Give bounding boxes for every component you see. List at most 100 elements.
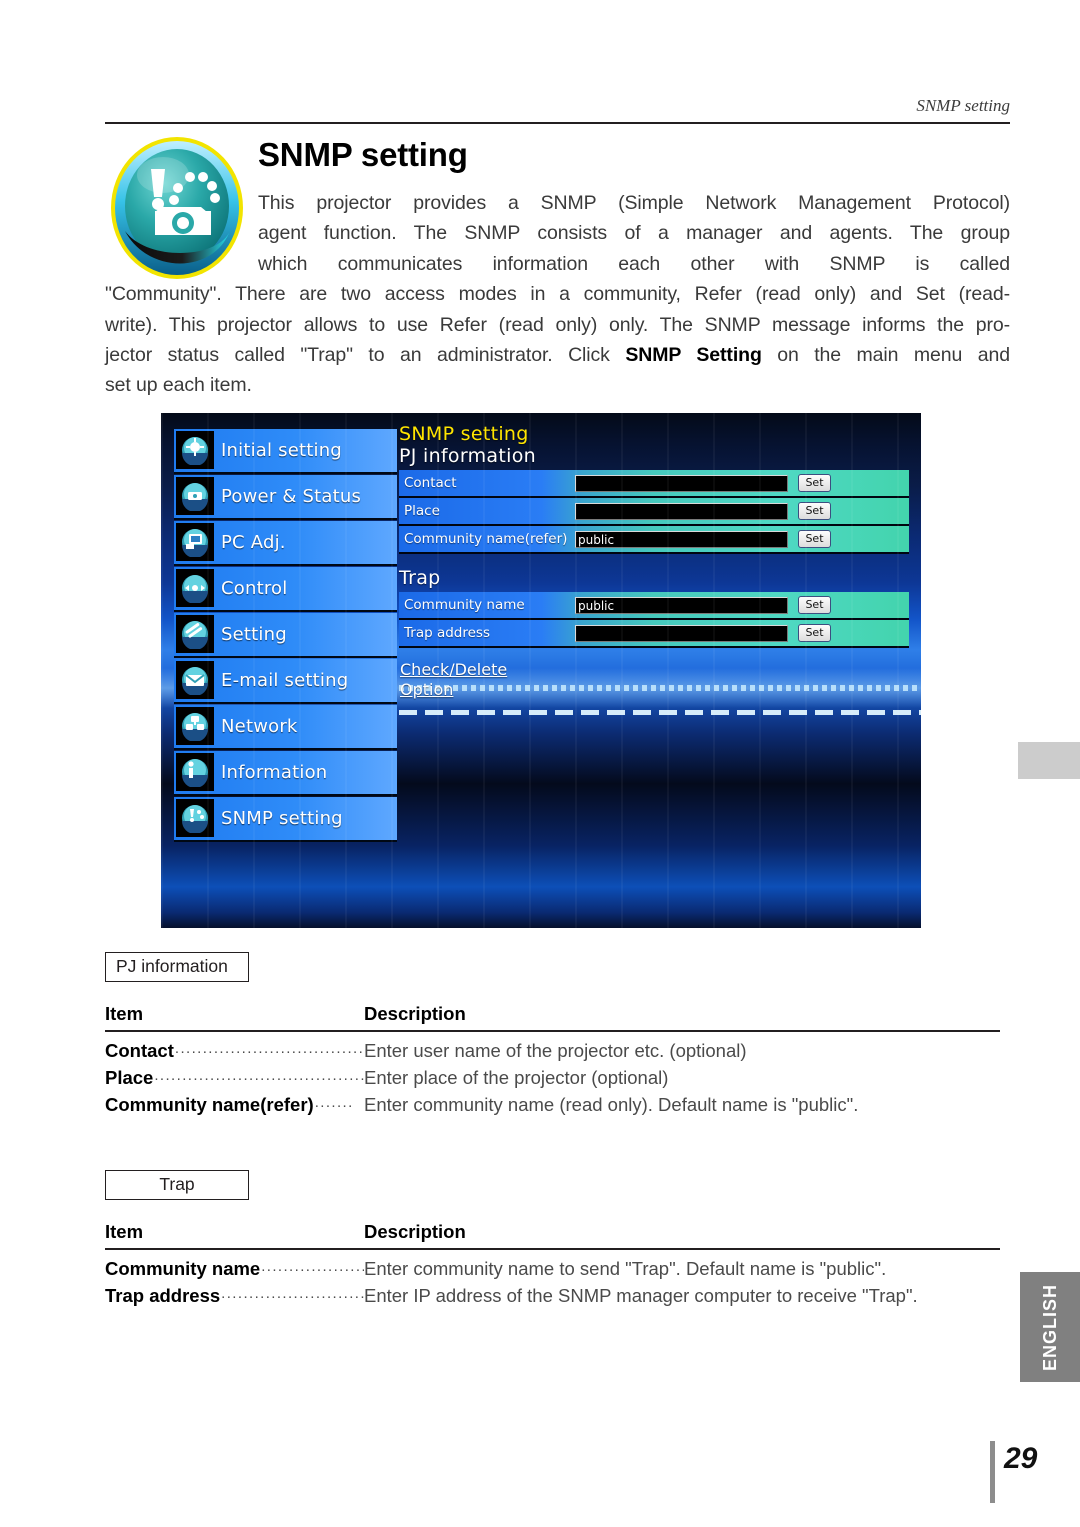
trap-row-description: Enter community name to send "Trap". Def… — [364, 1258, 887, 1279]
trap-boxed-label: Trap — [105, 1170, 249, 1200]
trap-address-set-button[interactable]: Set — [798, 624, 831, 642]
table-row: Trap address ...........................… — [105, 1282, 1000, 1309]
control-icon — [176, 569, 214, 608]
option-link[interactable]: Option — [400, 680, 453, 700]
pj-information-reference-table: PJ information Item Description Contact … — [105, 952, 1010, 1118]
pj-table-header-description: Description — [364, 1003, 466, 1024]
sidebar-item-power-status[interactable]: Power & Status — [174, 475, 397, 520]
place-input[interactable] — [575, 502, 788, 520]
sidebar-item-information[interactable]: Information — [174, 751, 397, 796]
trap-address-input[interactable] — [575, 624, 788, 642]
sidebar-item-label: Initial setting — [221, 439, 342, 461]
pj-row-leader: ........................................… — [174, 1040, 364, 1057]
pj-information-boxed-label: PJ information — [105, 952, 249, 982]
sidebar-item-email-setting[interactable]: E-mail setting — [174, 659, 397, 704]
pj-row-leader: ....... — [314, 1094, 354, 1111]
intro-line-4: "Community". There are two access modes … — [105, 283, 1010, 306]
ui-sidebar-menu: Initial setting Power & Status PC Adj. C… — [174, 429, 397, 843]
pc-adj-icon — [176, 523, 214, 562]
running-head: SNMP setting — [916, 96, 1010, 115]
ui-section-pj-information-heading: PJ information — [399, 445, 536, 467]
community-name-refer-input[interactable]: public — [575, 530, 788, 548]
pj-row-description: Enter user name of the projector etc. (o… — [364, 1040, 747, 1061]
trap-community-name-set-button[interactable]: Set — [798, 596, 831, 614]
sidebar-item-setting[interactable]: Setting — [174, 613, 397, 658]
trap-row-leader: .................... — [261, 1258, 364, 1275]
page-number: 29 — [1004, 1442, 1038, 1475]
trap-row-item: Community name — [105, 1258, 261, 1279]
pj-row-item: Contact — [105, 1040, 174, 1061]
sidebar-item-label: PC Adj. — [221, 531, 286, 553]
sidebar-item-control[interactable]: Control — [174, 567, 397, 612]
ui-label-contact: Contact — [404, 475, 457, 491]
information-icon — [176, 753, 214, 792]
table-row: Contact ................................… — [105, 1037, 1000, 1064]
sidebar-item-snmp-setting[interactable]: SNMP setting — [174, 797, 397, 842]
table-row: Community name(refer) ....... Enter comm… — [105, 1091, 1000, 1118]
intro-line-5: write). This projector allows to use Ref… — [105, 313, 1010, 336]
header-rule — [105, 122, 1010, 124]
ui-label-community-name-refer: Community name(refer) — [404, 531, 568, 547]
intro-line-6-part-b: on the main menu and — [761, 344, 1010, 367]
pj-table-rows: Contact ................................… — [105, 1037, 1010, 1118]
intro-paragraph: This projector provides a SNMP (Simple N… — [105, 188, 1010, 401]
contact-set-button[interactable]: Set — [798, 474, 831, 492]
table-row: Community name .................... Ente… — [105, 1255, 1000, 1282]
projector-web-ui-screenshot: Initial setting Power & Status PC Adj. C… — [161, 413, 921, 928]
trap-reference-table: Trap Item Description Community name ...… — [105, 1170, 1010, 1309]
sidebar-item-label: Network — [221, 715, 298, 737]
sidebar-item-pc-adj[interactable]: PC Adj. — [174, 521, 397, 566]
ui-section-trap-heading: Trap — [399, 567, 441, 589]
check-delete-link[interactable]: Check/Delete — [400, 660, 507, 680]
ui-content-pane: SNMP setting PJ information Contact Set … — [399, 423, 909, 700]
pj-row-item: Community name(refer) — [105, 1094, 314, 1115]
intro-line-7: set up each item. — [105, 374, 252, 397]
ui-pane-title: SNMP setting — [399, 423, 529, 445]
ui-label-trap-address: Trap address — [404, 625, 490, 641]
trap-row-description: Enter IP address of the SNMP manager com… — [364, 1285, 918, 1306]
trap-row-item: Trap address — [105, 1285, 221, 1306]
pj-row-leader: ........................................… — [154, 1067, 364, 1084]
page-title: SNMP setting — [258, 136, 468, 173]
ui-row-trap-community-name: Community name public Set — [399, 592, 909, 620]
ui-row-contact: Contact Set — [399, 470, 909, 498]
snmp-setting-emphasis: SNMP Setting — [625, 344, 762, 367]
pj-table-header-item: Item — [105, 1003, 144, 1024]
pj-row-description: Enter community name (read only). Defaul… — [364, 1094, 859, 1115]
pj-table-column-headers: Item Description — [105, 1003, 1010, 1025]
intro-line-1: This projector provides a SNMP (Simple N… — [258, 192, 1010, 214]
trap-table-column-headers: Item Description — [105, 1221, 1010, 1243]
sidebar-item-label: Setting — [221, 623, 287, 645]
trap-table-rows: Community name .................... Ente… — [105, 1255, 1010, 1309]
sidebar-item-label: Control — [221, 577, 288, 599]
ui-table-trap: Community name public Set Trap address S… — [399, 592, 909, 648]
intro-line-2: agent function. The SNMP consists of a m… — [258, 222, 1010, 245]
place-set-button[interactable]: Set — [798, 502, 831, 520]
intro-line-6: jector status called "Trap" to an admini… — [105, 340, 1010, 370]
language-tab-label: ENGLISH — [1039, 1283, 1060, 1371]
trap-table-rule — [105, 1248, 1000, 1250]
snmp-setting-icon — [176, 799, 214, 838]
screenshot-dash-band-2 — [399, 710, 921, 715]
ui-label-trap-community-name: Community name — [404, 597, 525, 613]
sidebar-item-network[interactable]: Network — [174, 705, 397, 750]
trap-table-header-description: Description — [364, 1221, 466, 1242]
ui-row-place: Place Set — [399, 498, 909, 526]
trap-table-header-item: Item — [105, 1221, 144, 1242]
community-name-refer-set-button[interactable]: Set — [798, 530, 831, 548]
ui-label-place: Place — [404, 503, 440, 519]
setting-icon — [176, 615, 214, 654]
language-tab: ENGLISH — [1020, 1272, 1080, 1382]
sidebar-item-initial-setting[interactable]: Initial setting — [174, 429, 397, 474]
trap-row-leader: ................................ — [221, 1285, 364, 1302]
intro-line-3: which communicates information each othe… — [258, 252, 1010, 275]
power-status-icon — [176, 477, 214, 516]
sidebar-item-label: SNMP setting — [221, 807, 343, 829]
network-icon — [176, 707, 214, 746]
email-setting-icon — [176, 661, 214, 700]
contact-input[interactable] — [575, 474, 788, 492]
trap-community-name-input[interactable]: public — [575, 596, 788, 614]
pj-row-description: Enter place of the projector (optional) — [364, 1067, 669, 1088]
ui-row-community-name-refer: Community name(refer) public Set — [399, 526, 909, 554]
section-marker-tab — [1018, 742, 1080, 779]
